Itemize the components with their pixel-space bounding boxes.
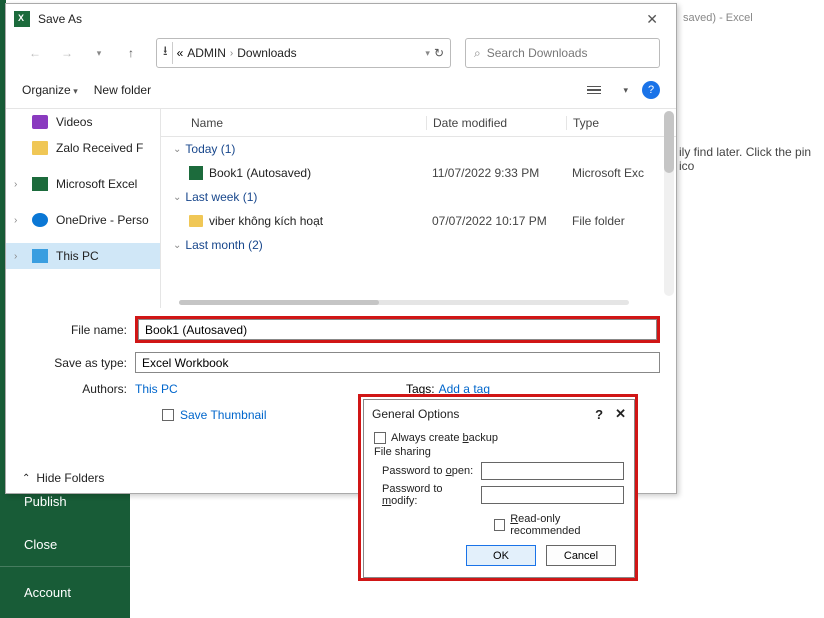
dialog-toolbar: Organize New folder ▾ ? — [6, 72, 676, 108]
ok-button[interactable]: OK — [466, 545, 536, 566]
video-icon — [32, 115, 48, 129]
group-today[interactable]: ⌄ Today (1) — [161, 137, 676, 161]
scrollbar-thumb[interactable] — [179, 300, 379, 305]
general-options-dialog: General Options ? ✕ Always create backup… — [363, 399, 635, 578]
excel-file-icon — [189, 166, 203, 180]
dialog-titlebar: Save As ✕ — [6, 4, 676, 34]
backup-checkbox[interactable] — [374, 432, 386, 444]
sidebar-label: Videos — [56, 115, 92, 129]
nav-close[interactable]: Close — [0, 523, 130, 566]
file-name-highlight — [135, 316, 660, 343]
sidebar-item-zalo[interactable]: Zalo Received F — [6, 135, 160, 161]
save-type-select[interactable]: Excel Workbook — [135, 352, 660, 373]
pwd-open-input[interactable] — [481, 462, 624, 480]
pwd-open-label: Password to open: — [382, 465, 481, 477]
forward-button[interactable]: → — [54, 40, 80, 66]
breadcrumb-downloads[interactable]: Downloads — [237, 46, 296, 60]
new-folder-button[interactable]: New folder — [94, 83, 151, 97]
chevron-up-icon: ⌃ — [22, 473, 30, 484]
file-list-header: Name Date modified Type — [161, 109, 676, 137]
chevron-right-icon[interactable]: › — [14, 215, 24, 226]
readonly-checkbox[interactable] — [494, 519, 505, 531]
excel-icon — [14, 11, 30, 27]
pwd-modify-label: Password to modify: — [382, 483, 481, 507]
cancel-button[interactable]: Cancel — [546, 545, 616, 566]
sidebar-label: OneDrive - Perso — [56, 213, 149, 227]
sidebar-label: Zalo Received F — [56, 141, 143, 155]
folder-tree: Videos Zalo Received F › Microsoft Excel… — [6, 109, 161, 308]
help-icon[interactable]: ? — [642, 81, 660, 99]
search-icon: ⌕ — [474, 46, 481, 61]
view-menu[interactable] — [587, 79, 609, 101]
excel-titlebar-fragment: saved) - Excel — [683, 12, 753, 24]
dialog-title: Save As — [38, 12, 82, 26]
readonly-label: Read-only recommended — [510, 513, 624, 537]
hide-folders-button[interactable]: ⌃ Hide Folders — [22, 471, 104, 485]
sidebar-item-msexcel[interactable]: › Microsoft Excel — [6, 171, 160, 197]
back-button[interactable]: ← — [22, 40, 48, 66]
breadcrumb-admin[interactable]: ADMIN — [187, 46, 226, 60]
sidebar-label: This PC — [56, 249, 99, 263]
vertical-scrollbar[interactable] — [664, 111, 674, 296]
sidebar-item-this-pc[interactable]: › This PC — [6, 243, 160, 269]
file-sharing-label: File sharing — [374, 446, 624, 458]
dialog-body: Videos Zalo Received F › Microsoft Excel… — [6, 108, 676, 308]
save-thumbnail-checkbox[interactable] — [162, 409, 174, 421]
refresh-icon[interactable]: ↻ — [434, 46, 444, 60]
sidebar-item-onedrive[interactable]: › OneDrive - Perso — [6, 207, 160, 233]
scrollbar-thumb[interactable] — [664, 111, 674, 173]
go-title-text: General Options — [372, 407, 459, 421]
breadcrumb-dropdown-icon[interactable]: ▾ — [425, 48, 430, 59]
sidebar-label: Microsoft Excel — [56, 177, 137, 191]
group-last-month[interactable]: ⌄ Last month (2) — [161, 233, 676, 257]
column-name[interactable]: Name — [161, 116, 426, 130]
authors-value[interactable]: This PC — [135, 382, 178, 396]
recent-dropdown[interactable]: ▾ — [86, 40, 112, 66]
folder-icon — [32, 141, 48, 155]
folder-icon — [189, 215, 203, 227]
chevron-right-icon[interactable]: › — [14, 179, 24, 190]
close-icon[interactable]: ✕ — [615, 406, 626, 422]
chevron-down-icon: ⌄ — [173, 192, 181, 203]
file-row[interactable]: viber không kích hoạt 07/07/2022 10:17 P… — [161, 209, 676, 233]
recent-locations-icon[interactable]: ⭳ — [163, 42, 173, 64]
column-date[interactable]: Date modified — [426, 116, 566, 130]
search-input[interactable]: ⌕ Search Downloads — [465, 38, 660, 68]
chevron-down-icon: ⌄ — [173, 144, 181, 155]
nav-toolbar: ← → ▾ ↑ ⭳ « ADMIN › Downloads ▾ ↻ ⌕ Sear… — [6, 34, 676, 72]
breadcrumb-bar[interactable]: ⭳ « ADMIN › Downloads ▾ ↻ — [156, 38, 451, 68]
sidebar-item-videos[interactable]: Videos — [6, 109, 160, 135]
excel-backstage-nav: Publish Close Account — [0, 480, 130, 618]
chevron-right-icon: › — [230, 48, 233, 59]
backup-label: Always create backup — [391, 432, 498, 444]
up-button[interactable]: ↑ — [118, 40, 144, 66]
save-type-label: Save as type: — [22, 356, 135, 370]
view-dropdown-icon[interactable]: ▾ — [623, 85, 628, 96]
file-name-input[interactable] — [138, 319, 657, 340]
excel-icon — [32, 177, 48, 191]
chevron-right-icon[interactable]: › — [14, 251, 24, 262]
pwd-modify-input[interactable] — [481, 486, 624, 504]
nav-account[interactable]: Account — [0, 566, 130, 614]
file-name-label: File name: — [22, 323, 135, 337]
breadcrumb-overflow[interactable]: « — [177, 46, 184, 60]
close-icon[interactable]: ✕ — [636, 9, 668, 30]
onedrive-icon — [32, 213, 48, 227]
horizontal-scrollbar[interactable] — [179, 300, 629, 305]
chevron-down-icon: ⌄ — [173, 240, 181, 251]
save-thumbnail-label: Save Thumbnail — [180, 408, 267, 422]
group-last-week[interactable]: ⌄ Last week (1) — [161, 185, 676, 209]
search-placeholder: Search Downloads — [487, 46, 588, 60]
file-row[interactable]: Book1 (Autosaved) 11/07/2022 9:33 PM Mic… — [161, 161, 676, 185]
organize-menu[interactable]: Organize — [22, 83, 78, 97]
help-icon[interactable]: ? — [595, 407, 603, 422]
column-type[interactable]: Type — [566, 116, 676, 130]
authors-label: Authors: — [22, 382, 135, 396]
pc-icon — [32, 249, 48, 263]
excel-hint-text: ily find later. Click the pin ico — [679, 145, 824, 173]
file-list: Name Date modified Type ⌄ Today (1) Book… — [161, 109, 676, 308]
general-options-highlight: General Options ? ✕ Always create backup… — [358, 394, 638, 581]
go-titlebar: General Options ? ✕ — [364, 400, 634, 428]
